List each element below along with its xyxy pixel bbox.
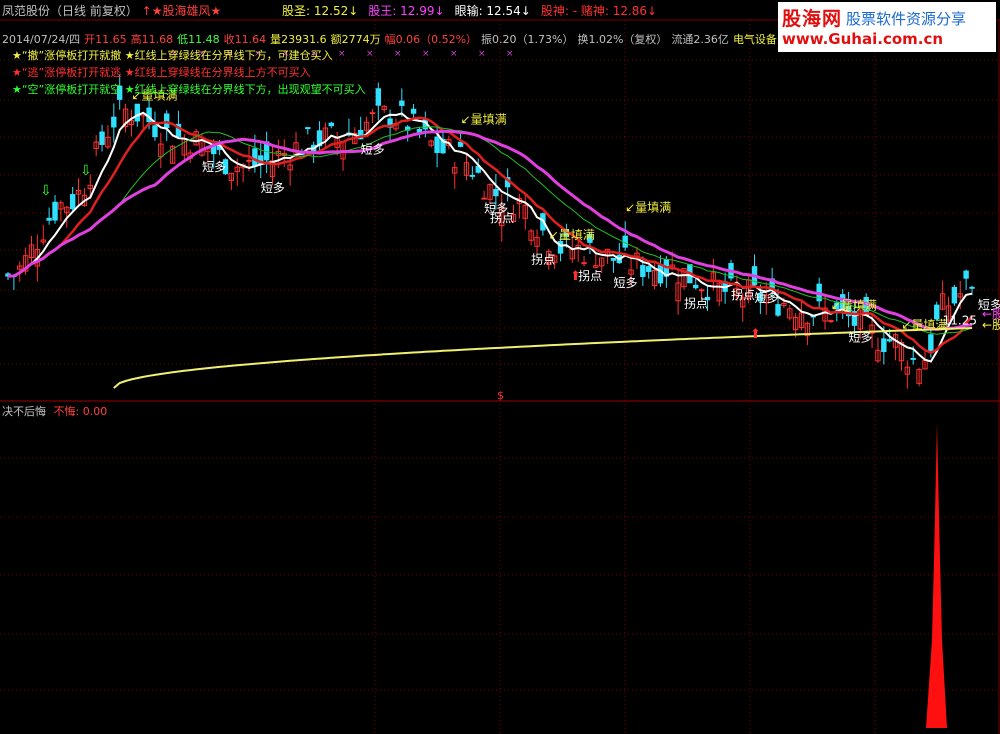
x-mark-11: × <box>478 49 486 59</box>
candle-body-55 <box>328 122 334 127</box>
annotation-3: 短多 <box>361 142 385 156</box>
candle-body-98 <box>581 262 587 265</box>
candle-body-22 <box>134 103 141 122</box>
candle-body-25 <box>152 125 158 138</box>
info-item-1: 开11.65 <box>84 33 127 46</box>
info-item-9: 换1.02%（复权） <box>577 33 668 46</box>
x-mark-6: × <box>338 49 346 59</box>
legend-line-1: ★“逃”涨停板打开就逃 ★红线上穿绿线在分界线上方不可买入 <box>12 66 311 79</box>
candle-body-77 <box>457 141 464 147</box>
info-item-5: 量23931.6 <box>270 33 327 46</box>
indicator-value-1: 股王: 12.99↓ <box>368 4 445 18</box>
sub-panel-spike <box>926 422 947 728</box>
buy-arrow-icon-1: ⇩ <box>80 163 92 179</box>
chart-canvas: ↙量填满短多短多短多↙量填满短多拐点↙量填满拐点拐点↙量填满短多拐点 短多拐点↙量… <box>0 19 1000 734</box>
annotation-16: 短多 <box>849 330 873 344</box>
x-mark-7: × <box>366 49 374 59</box>
candle-body-81 <box>481 197 487 200</box>
candle-body-118 <box>698 289 705 292</box>
candle-body-69 <box>410 108 417 114</box>
info-item-10: 流通2.36亿 <box>671 33 729 46</box>
annotation-7: ↙量填满 <box>549 228 595 242</box>
legend-line-2: ★“空”涨停板打开就空 ★红线上穿绿线在分界线下方，出现观望不可买入 <box>12 83 366 96</box>
indicator-values: 股圣: 12.52↓ 股王: 12.99↓ 眼输: 12.54↓ 股神: - 赌神: … <box>282 3 667 19</box>
guhai-logo: 股海网 股票软件资源分享 www.Guhai.com.cn <box>778 2 996 52</box>
candle-body-63 <box>375 88 382 106</box>
candle-body-67 <box>399 100 405 106</box>
candle-body-161 <box>951 286 958 304</box>
sub-panel-title: 决不后悔 不悔: 0.00 <box>2 405 108 418</box>
candle-body-131 <box>775 304 781 316</box>
annotation-2: 短多 <box>261 181 285 195</box>
candle-body-73 <box>434 136 440 154</box>
annotation-4: ↙量填满 <box>461 113 507 127</box>
annotation-13: 短多 <box>755 291 779 305</box>
candle-body-7 <box>46 217 52 221</box>
indicator-value-3: 股神: - 赌神: 12.86↓ <box>540 4 658 18</box>
legend-line-0: ★“撤”涨停板打开就撤 ★红线上穿绿线在分界线下方，可建仓买入 <box>12 49 333 62</box>
x-mark-10: × <box>450 49 458 59</box>
candle-body-163 <box>963 270 969 279</box>
info-item-11: 电气设备 <box>732 33 777 46</box>
ma-green-line <box>7 126 973 335</box>
red-arrow-icon-1: ⬆ <box>750 327 761 342</box>
annotation-8: 拐点 <box>531 252 555 267</box>
dollar-marker-icon: $ <box>497 389 504 402</box>
annotation-11: 短多 <box>613 276 637 290</box>
candle-body-158 <box>934 304 940 320</box>
ma-white-line <box>7 111 973 363</box>
candle-body-18 <box>111 116 117 128</box>
candle-body-140 <box>828 320 834 323</box>
candle-body-149 <box>881 338 887 353</box>
candle-body-79 <box>469 174 476 177</box>
candle-body-83 <box>493 188 499 197</box>
annotation-6: 拐点 <box>490 210 514 225</box>
info-item-0: 2014/07/24/四 <box>2 33 81 46</box>
candle-body-70 <box>416 128 423 133</box>
x-mark-12: × <box>506 49 514 59</box>
info-item-3: 低11.48 <box>177 33 220 46</box>
info-item-4: 收11.64 <box>223 33 267 46</box>
candle-body-51 <box>305 127 311 130</box>
annotation-10: ↙量填满 <box>625 200 671 214</box>
candle-body-41 <box>246 159 252 162</box>
info-item-2: 高11.68 <box>130 33 174 46</box>
candle-body-8 <box>52 201 58 221</box>
x-mark-9: × <box>422 49 430 59</box>
candle-body-111 <box>657 264 664 284</box>
indicator-value-0: 股圣: 12.52↓ <box>282 4 359 18</box>
annotation-17: ↙量填满 <box>901 318 947 332</box>
candle-body-109 <box>646 266 652 272</box>
indicator-value-2: 眼输: 12.54↓ <box>454 4 531 18</box>
candle-body-157 <box>928 334 934 352</box>
annotation-12: 拐点 <box>684 296 708 311</box>
red-arrow-icon-0: ⬆ <box>570 269 581 284</box>
candle-body-154 <box>910 357 916 360</box>
annotation-19: 11.25 <box>943 313 977 327</box>
annotation-1: 短多 <box>202 160 226 174</box>
annotation-15: ↙量填满 <box>831 299 877 313</box>
ohlc-info-line: 2014/07/24/四 开11.65 高11.68 低11.48 收11.64 量239… <box>2 31 781 47</box>
price-label-1: ←股 <box>982 318 1000 332</box>
stock-title: 凤范股份（日线 前复权） ↑★股海雄风★ <box>2 4 222 18</box>
candle-body-62 <box>369 112 376 115</box>
ma-yellow-line <box>113 327 973 389</box>
candle-body-16 <box>99 131 105 145</box>
candle-body-11 <box>69 194 76 210</box>
x-mark-8: × <box>394 49 402 59</box>
candle-body-164 <box>969 286 975 289</box>
info-item-6: 额2774万 <box>330 33 381 46</box>
buy-arrow-icon-0: ⇩ <box>40 183 52 199</box>
candle-body-150 <box>887 339 893 342</box>
candle-body-108 <box>640 265 646 277</box>
info-item-8: 振0.20（1.73%） <box>481 33 574 46</box>
annotation-14: 拐点 <box>731 287 755 302</box>
candle-body-27 <box>164 113 170 129</box>
info-item-7: 幅0.06（0.52%） <box>384 33 478 46</box>
candle-body-117 <box>693 284 699 289</box>
annotation-9: 拐点 <box>578 268 602 283</box>
candle-body-103 <box>610 257 617 261</box>
